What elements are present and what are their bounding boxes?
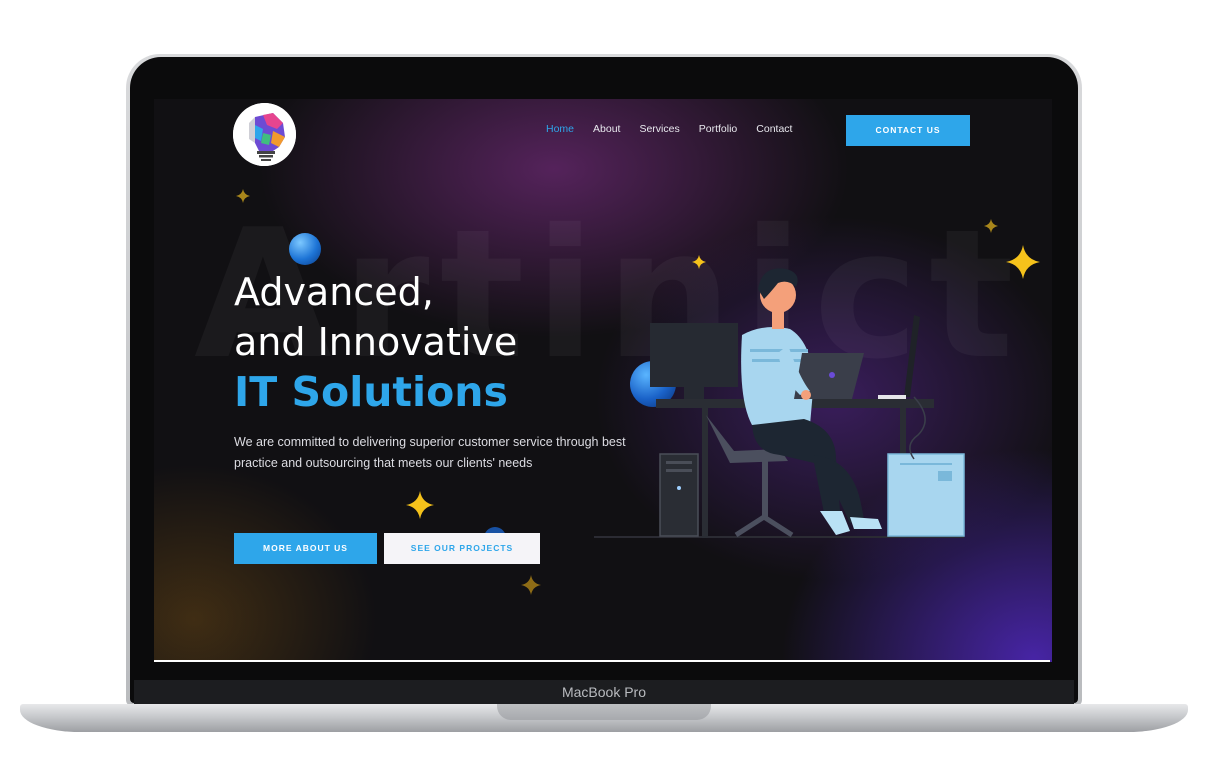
device-label: MacBook Pro xyxy=(561,684,647,700)
hero-line-1: Advanced, xyxy=(234,270,434,314)
sparkle-icon xyxy=(521,575,541,595)
contact-us-button[interactable]: CONTACT US xyxy=(846,115,970,146)
hero-title: Advanced, and Innovative IT Solutions xyxy=(234,267,517,417)
nav-portfolio[interactable]: Portfolio xyxy=(699,123,738,135)
sparkle-icon xyxy=(1006,245,1040,279)
laptop-chin: MacBook Pro xyxy=(134,680,1074,704)
hero-line-3: IT Solutions xyxy=(234,368,508,416)
hero-line-2: and Innovative xyxy=(234,320,518,364)
sphere-decoration xyxy=(289,233,321,265)
nav-services[interactable]: Services xyxy=(639,123,679,135)
see-our-projects-button[interactable]: SEE OUR PROJECTS xyxy=(384,533,540,564)
nav-contact[interactable]: Contact xyxy=(756,123,792,135)
nav-about[interactable]: About xyxy=(593,123,620,135)
website-screen: Artinict Home About Services Portfolio C… xyxy=(154,99,1052,662)
sparkle-icon xyxy=(406,491,434,519)
sparkle-icon xyxy=(984,219,998,233)
developer-illustration xyxy=(594,268,965,538)
logo-head-icon xyxy=(233,103,296,166)
main-nav: Home About Services Portfolio Contact xyxy=(546,123,811,135)
screen-bottom-edge xyxy=(154,660,1050,662)
sparkle-icon xyxy=(236,189,250,203)
laptop-notch xyxy=(497,704,711,720)
logo[interactable] xyxy=(233,103,296,166)
more-about-us-button[interactable]: MORE ABOUT US xyxy=(234,533,377,564)
nav-home[interactable]: Home xyxy=(546,123,574,135)
